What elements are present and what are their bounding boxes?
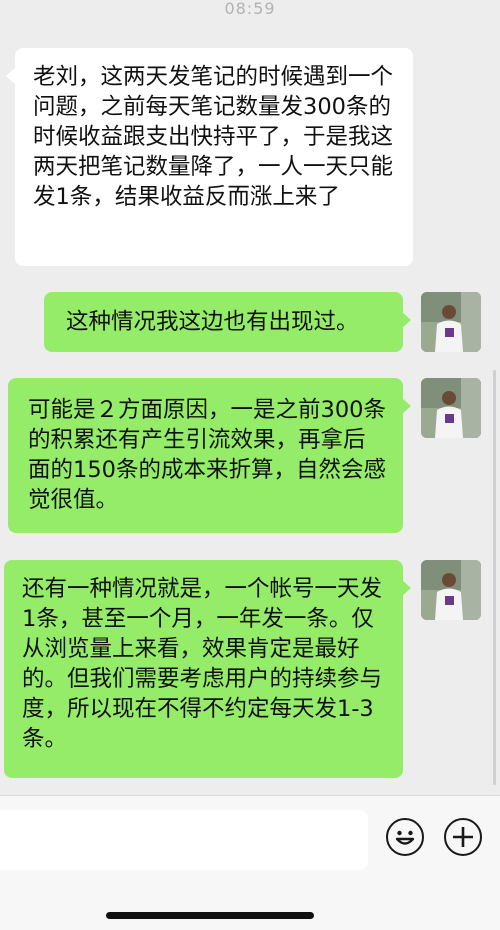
avatar[interactable] (421, 560, 481, 620)
bubble-tail (6, 68, 15, 84)
message-bubble-outgoing[interactable]: 还有一种情况就是，一个帐号一天发1条，甚至一个月，一年发一条。仅从浏览量上来看，… (4, 560, 403, 778)
bubble-tail (402, 312, 411, 328)
plus-circle-icon (453, 827, 473, 847)
avatar-photo-icon (421, 378, 481, 438)
message-text: 老刘，这两天发笔记的时候遇到一个问题，之前每天笔记数量发300条的时候收益跟支出… (33, 64, 394, 210)
home-indicator[interactable] (106, 912, 314, 919)
message-text: 还有一种情况就是，一个帐号一天发1条，甚至一个月，一年发一条。仅从浏览量上来看，… (22, 576, 383, 752)
avatar-photo-icon (421, 560, 481, 620)
message-bubble-outgoing[interactable]: 可能是２方面原因，一是之前300条的积累还有产生引流效果，再拿后面的150条的成… (8, 378, 403, 533)
message-bubble-incoming[interactable]: 老刘，这两天发笔记的时候遇到一个问题，之前每天笔记数量发300条的时候收益跟支出… (15, 48, 413, 266)
bubble-tail (402, 398, 411, 414)
avatar-photo-icon (421, 292, 481, 352)
message-text: 可能是２方面原因，一是之前300条的积累还有产生引流效果，再拿后面的150条的成… (28, 397, 386, 513)
avatar[interactable] (421, 378, 481, 438)
message-bubble-outgoing[interactable]: 这种情况我这边也有出现过。 (44, 292, 403, 352)
scrollbar[interactable] (493, 370, 496, 785)
avatar[interactable] (421, 292, 481, 352)
plus-button[interactable] (444, 818, 482, 856)
bubble-tail (402, 580, 411, 596)
emoji-button[interactable] (386, 818, 424, 856)
status-time: 08:59 (224, 0, 276, 18)
smiley-face-icon (395, 830, 415, 845)
input-bar (0, 795, 500, 930)
message-input[interactable] (0, 810, 368, 870)
message-text: 这种情况我这边也有出现过。 (66, 309, 359, 335)
